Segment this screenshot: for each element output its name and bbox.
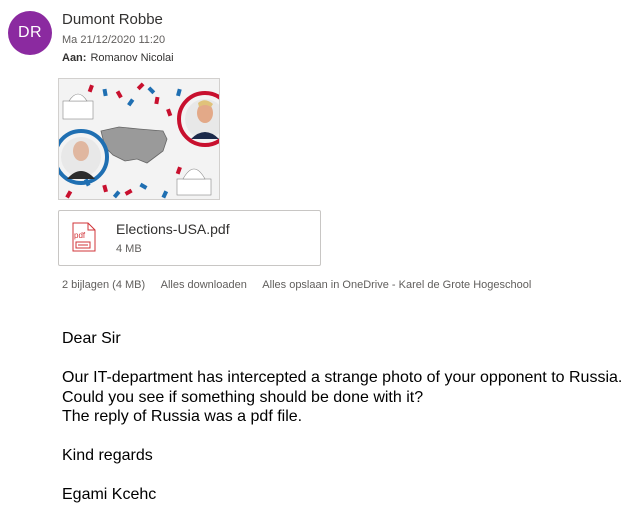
body-line-2: Could you see if something should be don… <box>62 388 424 406</box>
save-to-onedrive-link[interactable]: Alles opslaan in OneDrive - Karel de Gro… <box>262 279 531 291</box>
to-label: Aan: <box>62 52 87 64</box>
attachments-bar: 2 bijlagen (4 MB) Alles downloaden Alles… <box>62 279 544 291</box>
pdf-icon-label: pdf <box>74 231 86 240</box>
pdf-attachment-card[interactable]: pdf Elections-USA.pdf 4 MB <box>58 210 321 266</box>
sender-name[interactable]: Dumont Robbe <box>62 11 163 28</box>
body-line-3: The reply of Russia was a pdf file. <box>62 408 303 425</box>
image-attachment-thumbnail[interactable] <box>58 78 220 200</box>
closing-text: Kind regards <box>62 447 153 464</box>
message-date: Ma 21/12/2020 11:20 <box>62 34 166 46</box>
recipient-line: Aan: Romanov Nicolai <box>62 52 174 64</box>
attachments-count: 2 bijlagen (4 MB) <box>62 279 146 291</box>
body-line-1: Our IT-department has intercepted a stra… <box>62 369 623 386</box>
message-body: Dear Sir Our IT-department has intercept… <box>62 329 622 505</box>
avatar-initials: DR <box>17 24 43 41</box>
pdf-file-icon: pdf <box>72 222 96 257</box>
sender-avatar[interactable]: DR <box>8 11 52 55</box>
download-all-link[interactable]: Alles downloaden <box>161 279 247 291</box>
greeting-text: Dear Sir <box>62 330 121 347</box>
attachment-file-size: 4 MB <box>116 243 142 255</box>
signature-text: Egami Kcehc <box>62 486 157 503</box>
recipient-name[interactable]: Romanov Nicolai <box>90 52 173 64</box>
election-collage-image <box>59 79 219 199</box>
attachment-file-name: Elections-USA.pdf <box>116 221 230 237</box>
